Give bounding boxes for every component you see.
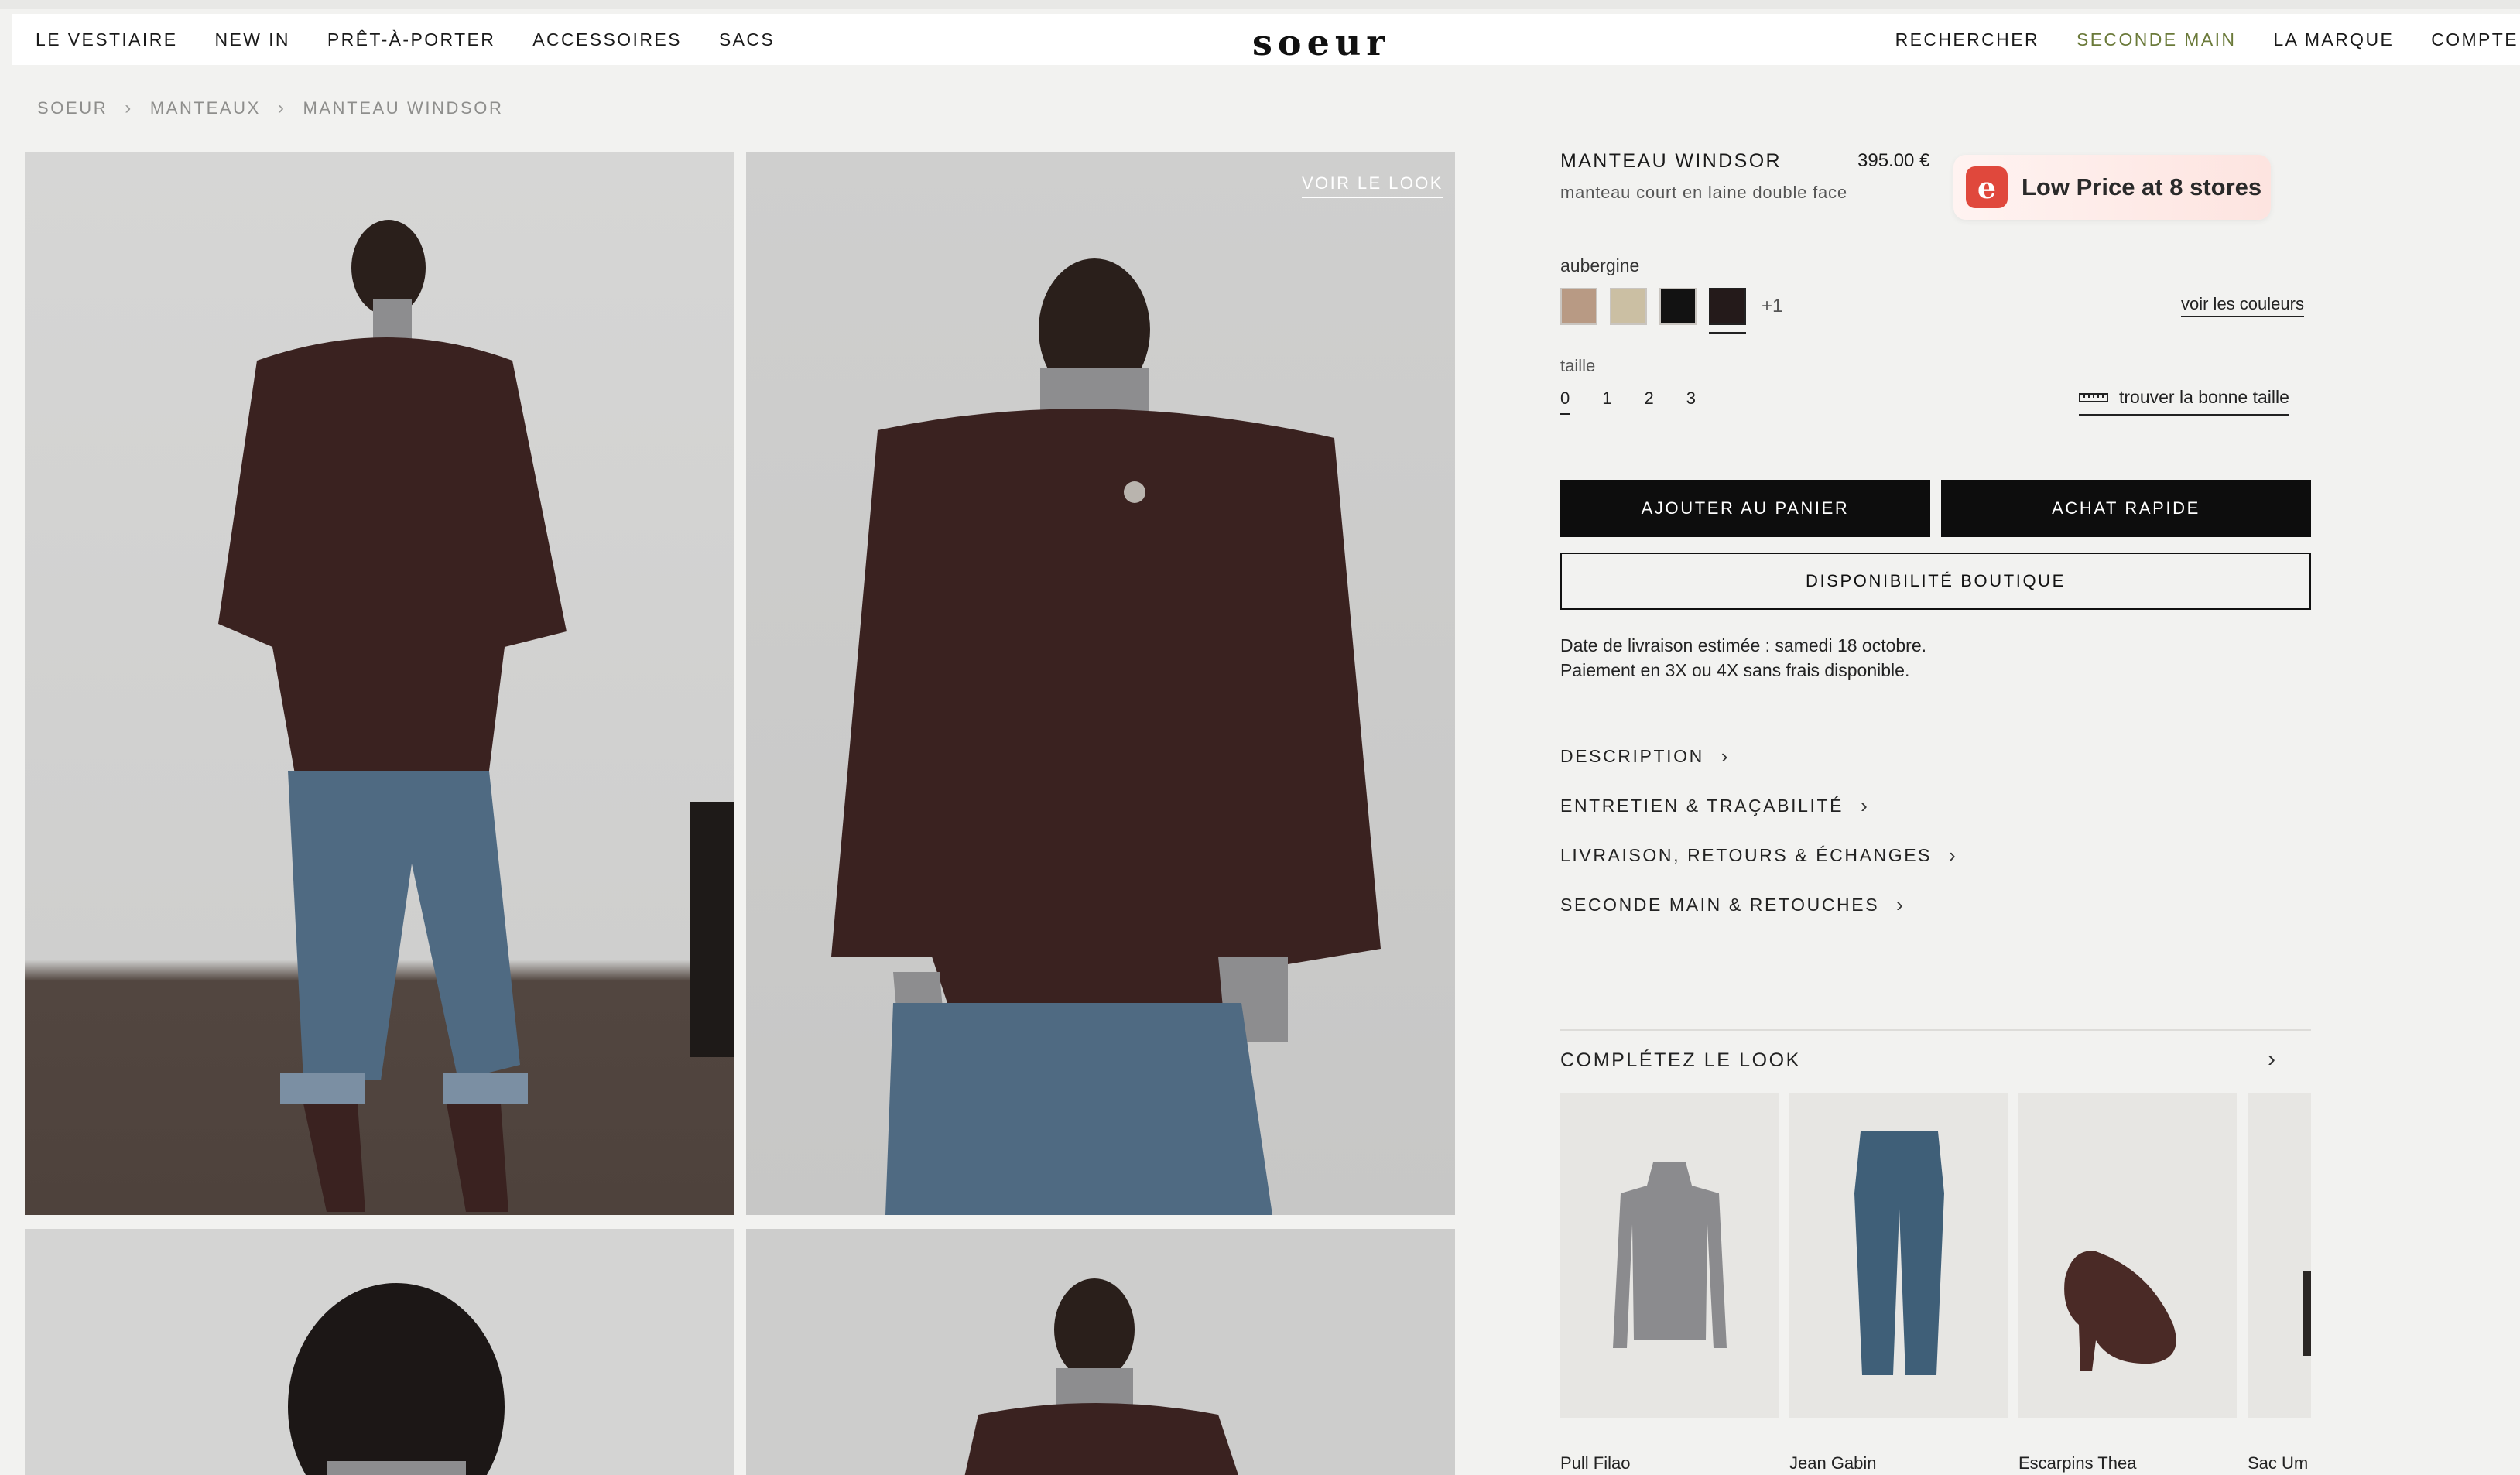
accordion-care-traceability[interactable]: ENTRETIEN & TRAÇABILITÉ › <box>1560 794 1868 818</box>
nav-new-in[interactable]: NEW IN <box>214 29 289 50</box>
product-photo-back-detail[interactable] <box>25 1229 734 1475</box>
nav-le-vestiaire[interactable]: LE VESTIAIRE <box>36 29 177 50</box>
payment-info-text: Paiement en 3X ou 4X sans frais disponib… <box>1560 660 1910 680</box>
look-item-card[interactable]: Sac Um <box>2248 1093 2311 1473</box>
breadcrumb-manteaux[interactable]: MANTEAUX <box>150 98 261 118</box>
ruler-icon <box>2079 392 2108 402</box>
color-swatch-beige[interactable] <box>1610 288 1647 325</box>
browser-top-edge <box>0 0 2520 9</box>
color-swatch-camel[interactable] <box>1560 288 1597 325</box>
see-colors-link[interactable]: voir les couleurs <box>2181 294 2304 317</box>
section-divider <box>1560 1029 2311 1031</box>
accordion-label: ENTRETIEN & TRAÇABILITÉ <box>1560 796 1844 816</box>
voir-le-look-link[interactable]: VOIR LE LOOK <box>1302 173 1443 198</box>
chevron-right-icon: › <box>1861 794 1868 817</box>
delivery-date-text: Date de livraison estimée : samedi 18 oc… <box>1560 635 1927 655</box>
breadcrumb-current: MANTEAU WINDSOR <box>303 98 504 118</box>
nav-compte[interactable]: COMPTE <box>2431 29 2518 50</box>
breadcrumb-soeur[interactable]: SOEUR <box>37 98 108 118</box>
nav-right-group: RECHERCHER SECONDE MAIN LA MARQUE COMPTE <box>1895 14 2518 65</box>
color-swatch-black[interactable] <box>1659 288 1697 325</box>
look-item-name[interactable]: Sac Um <box>2248 1453 2311 1473</box>
product-photo-seated[interactable] <box>746 1229 1455 1475</box>
look-item-name[interactable]: Pull Filao <box>1560 1453 1779 1473</box>
look-item-card[interactable]: Jean Gabin <box>1789 1093 2008 1473</box>
size-options: 0 1 2 3 <box>1560 388 1696 415</box>
look-item-name[interactable]: Escarpins Thea <box>2018 1453 2237 1473</box>
nav-sacs[interactable]: SACS <box>719 29 775 50</box>
accordion-label: SECONDE MAIN & RETOUCHES <box>1560 895 1880 915</box>
chevron-right-icon: › <box>1949 844 1956 867</box>
delivery-info: Date de livraison estimée : samedi 18 oc… <box>1560 633 1926 683</box>
accordion-second-hand-repairs[interactable]: SECONDE MAIN & RETOUCHES › <box>1560 893 1903 917</box>
size-option-0[interactable]: 0 <box>1560 388 1570 415</box>
product-subtitle: manteau court en laine double face <box>1560 183 1847 202</box>
accordion-shipping-returns[interactable]: LIVRAISON, RETOURS & ÉCHANGES › <box>1560 844 1956 868</box>
look-item-image[interactable] <box>1789 1093 2008 1418</box>
look-item-image[interactable] <box>2248 1093 2311 1418</box>
brand-logo[interactable]: soeur <box>1252 22 1391 63</box>
size-option-2[interactable]: 2 <box>1645 388 1654 415</box>
product-title: MANTEAU WINDSOR <box>1560 150 1782 172</box>
look-item-name[interactable]: Jean Gabin <box>1789 1453 2008 1473</box>
low-price-text: Low Price at 8 stores <box>2022 173 2262 200</box>
look-item-image[interactable] <box>1560 1093 1779 1418</box>
color-swatches: +1 <box>1560 288 1782 334</box>
accordion-label: DESCRIPTION <box>1560 746 1704 766</box>
quick-buy-button[interactable]: ACHAT RAPIDE <box>1941 480 2311 537</box>
extension-logo-icon: e <box>1966 166 2008 208</box>
store-availability-button[interactable]: DISPONIBILITÉ BOUTIQUE <box>1560 553 2311 610</box>
look-item-image[interactable] <box>2018 1093 2237 1418</box>
chevron-right-icon: › <box>125 98 133 118</box>
size-guide-label: trouver la bonne taille <box>2119 387 2289 407</box>
more-colors-count[interactable]: +1 <box>1762 296 1782 317</box>
product-price: 395.00 € <box>1857 150 1930 171</box>
product-photo-full-body[interactable] <box>25 152 734 1215</box>
nav-la-marque[interactable]: LA MARQUE <box>2273 29 2394 50</box>
product-photo-front[interactable] <box>746 152 1455 1215</box>
size-guide-link[interactable]: trouver la bonne taille <box>2079 387 2289 416</box>
selected-color-name: aubergine <box>1560 255 1640 275</box>
complete-look-title: COMPLÉTEZ LE LOOK <box>1560 1049 1801 1071</box>
complete-look-carousel: Pull Filao Jean Gabin Escarpins Thea Sac… <box>1560 1093 2311 1475</box>
size-option-3[interactable]: 3 <box>1686 388 1696 415</box>
nav-left-group: LE VESTIAIRE NEW IN PRÊT-À-PORTER ACCESS… <box>36 14 775 65</box>
add-to-cart-button[interactable]: AJOUTER AU PANIER <box>1560 480 1930 537</box>
chevron-right-icon: › <box>1721 744 1728 768</box>
chevron-right-icon: › <box>1896 893 1903 916</box>
nav-pret-a-porter[interactable]: PRÊT-À-PORTER <box>327 29 495 50</box>
accordion-label: LIVRAISON, RETOURS & ÉCHANGES <box>1560 845 1933 865</box>
look-item-card[interactable]: Pull Filao <box>1560 1093 1779 1473</box>
top-navigation: LE VESTIAIRE NEW IN PRÊT-À-PORTER ACCESS… <box>12 14 2520 65</box>
look-item-card[interactable]: Escarpins Thea <box>2018 1093 2237 1473</box>
breadcrumb: SOEUR › MANTEAUX › MANTEAU WINDSOR <box>37 98 503 119</box>
size-label: taille <box>1560 356 1596 375</box>
color-swatch-aubergine[interactable] <box>1709 288 1746 334</box>
chevron-right-icon: › <box>277 98 286 118</box>
accordion-description[interactable]: DESCRIPTION › <box>1560 744 1727 768</box>
size-option-1[interactable]: 1 <box>1602 388 1611 415</box>
nav-accessoires[interactable]: ACCESSOIRES <box>532 29 682 50</box>
carousel-next-icon[interactable]: › <box>2268 1046 2275 1073</box>
low-price-extension-badge[interactable]: e Low Price at 8 stores <box>1953 155 2271 220</box>
nav-rechercher[interactable]: RECHERCHER <box>1895 29 2039 50</box>
nav-seconde-main[interactable]: SECONDE MAIN <box>2077 29 2236 50</box>
